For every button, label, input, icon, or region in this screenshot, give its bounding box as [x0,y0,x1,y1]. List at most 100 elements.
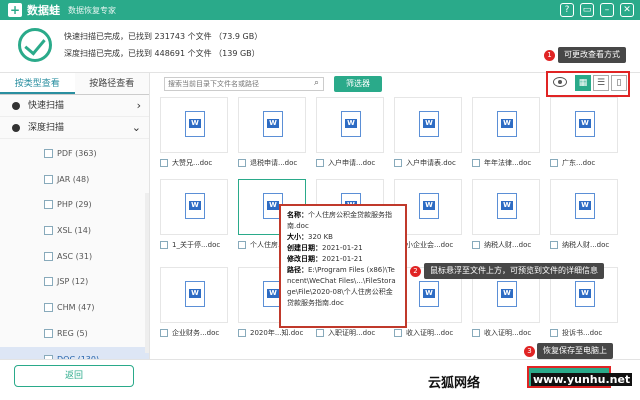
file-item[interactable]: 大赞兄...doc [160,97,228,170]
checkbox[interactable] [44,277,53,287]
file-thumbnail[interactable] [394,97,462,153]
file-name: 退税申请...doc [250,159,298,167]
file-thumbnail[interactable] [316,97,384,153]
tooltip-created-value: 2021-01-21 [322,244,363,252]
checkbox[interactable] [316,159,324,167]
filter-button[interactable]: 筛选器 [334,76,382,92]
checkbox[interactable] [550,241,558,249]
tooltip-size-value: 320 KB [308,233,333,241]
checkbox[interactable] [472,329,480,337]
checkbox[interactable] [316,329,324,337]
checkbox[interactable] [44,303,53,313]
list-view-button[interactable]: ☰ [593,75,609,91]
file-thumbnail[interactable] [550,97,618,153]
file-thumbnail[interactable] [160,97,228,153]
checkbox[interactable] [44,226,53,236]
minimize-icon[interactable]: – [600,3,614,17]
file-item[interactable]: 纳税人财...doc [472,179,540,252]
eye-icon[interactable] [553,77,567,87]
checkbox[interactable] [160,241,168,249]
tooltip-name-label: 名称： [287,211,308,219]
help-icon[interactable]: ? [560,3,574,17]
sidebar-scrollbar[interactable] [145,193,149,353]
word-doc-icon [497,281,517,307]
sidebar-item-php[interactable]: PHP (29) [0,192,149,218]
tree-quick-scan[interactable]: 快速扫描 › [0,95,149,117]
checkbox[interactable] [238,159,246,167]
word-doc-icon [185,111,205,137]
chevron-down-icon[interactable]: ⌄ [132,117,141,139]
file-item[interactable]: 纳税人财...doc [550,179,618,252]
sidebar: 按类型查看 按路径查看 快速扫描 › 深度扫描 ⌄ PDF (363) JAR … [0,73,150,373]
annotation-view-mode: 可更改查看方式 [558,47,626,63]
sidebar-item-pdf[interactable]: PDF (363) [0,141,149,167]
file-name: 大赞兄...doc [172,159,213,167]
file-thumbnail[interactable] [160,179,228,235]
file-name-row: 收入证明...doc [472,326,540,340]
file-item[interactable]: 入户申请...doc [316,97,384,170]
word-doc-icon [419,193,439,219]
checkmark-icon [18,28,52,62]
tooltip-created-row: 创建日期：2021-01-21 [287,243,399,254]
word-doc-icon [185,193,205,219]
sidebar-item-reg[interactable]: REG (5) [0,321,149,347]
file-name-row: 1_关于停...doc [160,238,228,252]
checkbox[interactable] [550,329,558,337]
sidebar-item-jsp[interactable]: JSP (12) [0,269,149,295]
checkbox[interactable] [160,159,168,167]
file-name: 小企业会...doc [406,241,454,249]
tree-deep-scan[interactable]: 深度扫描 ⌄ [0,117,149,139]
file-item[interactable]: 1_关于停...doc [160,179,228,252]
checkbox[interactable] [44,149,53,158]
close-icon[interactable]: ✕ [620,3,634,17]
file-item[interactable]: 入户申请表.doc [394,97,462,170]
checkbox[interactable] [44,251,53,261]
file-name-row: 退税申请...doc [238,156,306,170]
checkbox[interactable] [472,159,480,167]
checkbox[interactable] [394,329,402,337]
checkbox[interactable] [238,241,246,249]
preview-view-button[interactable]: ▯ [611,75,627,91]
chevron-right-icon[interactable]: › [137,95,141,117]
checkbox[interactable] [160,329,168,337]
file-thumbnail[interactable] [238,97,306,153]
tab-by-type[interactable]: 按类型查看 [0,73,75,94]
word-doc-icon [419,111,439,137]
checkbox[interactable] [472,241,480,249]
annotation-number: 2 [410,266,421,277]
sidebar-item-asc[interactable]: ASC (31) [0,244,149,270]
title-bar: + 数据蛙 数据恢复专家 ? ▭ – ✕ [0,0,640,20]
file-item[interactable]: 广东...doc [550,97,618,170]
checkbox[interactable] [44,174,53,184]
file-name: 纳税人财...doc [484,241,532,249]
file-name: 收入证明...doc [484,329,532,337]
sidebar-item-label: REG (5) [57,328,88,338]
checkbox[interactable] [44,328,53,338]
checkbox[interactable] [238,329,246,337]
grid-view-button[interactable]: ▦ [575,75,591,91]
file-thumbnail[interactable] [472,97,540,153]
back-button[interactable]: 返回 [14,365,134,387]
tooltip-size-row: 大小：320 KB [287,232,399,243]
file-name: 投诉书...doc [562,329,603,337]
sidebar-item-jar[interactable]: JAR (48) [0,167,149,193]
tab-by-path[interactable]: 按路径查看 [75,73,150,94]
file-item[interactable]: 企业财务...doc [160,267,228,340]
search-input[interactable] [164,77,324,91]
file-thumbnail[interactable] [550,179,618,235]
sidebar-item-label: CHM (47) [57,303,95,313]
file-name-row: 纳税人财...doc [472,238,540,252]
file-thumbnail[interactable] [160,267,228,323]
save-icon[interactable]: ▭ [580,3,594,17]
checkbox[interactable] [394,159,402,167]
sidebar-item-chm[interactable]: CHM (47) [0,295,149,321]
checkbox[interactable] [550,159,558,167]
file-name: 企业财务...doc [172,329,220,337]
sidebar-item-xsl[interactable]: XSL (14) [0,218,149,244]
watermark-text: 云狐网络 [428,376,481,391]
file-item[interactable]: 年年法律...doc [472,97,540,170]
file-thumbnail[interactable] [472,179,540,235]
checkbox[interactable] [44,200,53,210]
file-item[interactable]: 退税申请...doc [238,97,306,170]
search-icon[interactable]: ⌕ [314,78,319,88]
